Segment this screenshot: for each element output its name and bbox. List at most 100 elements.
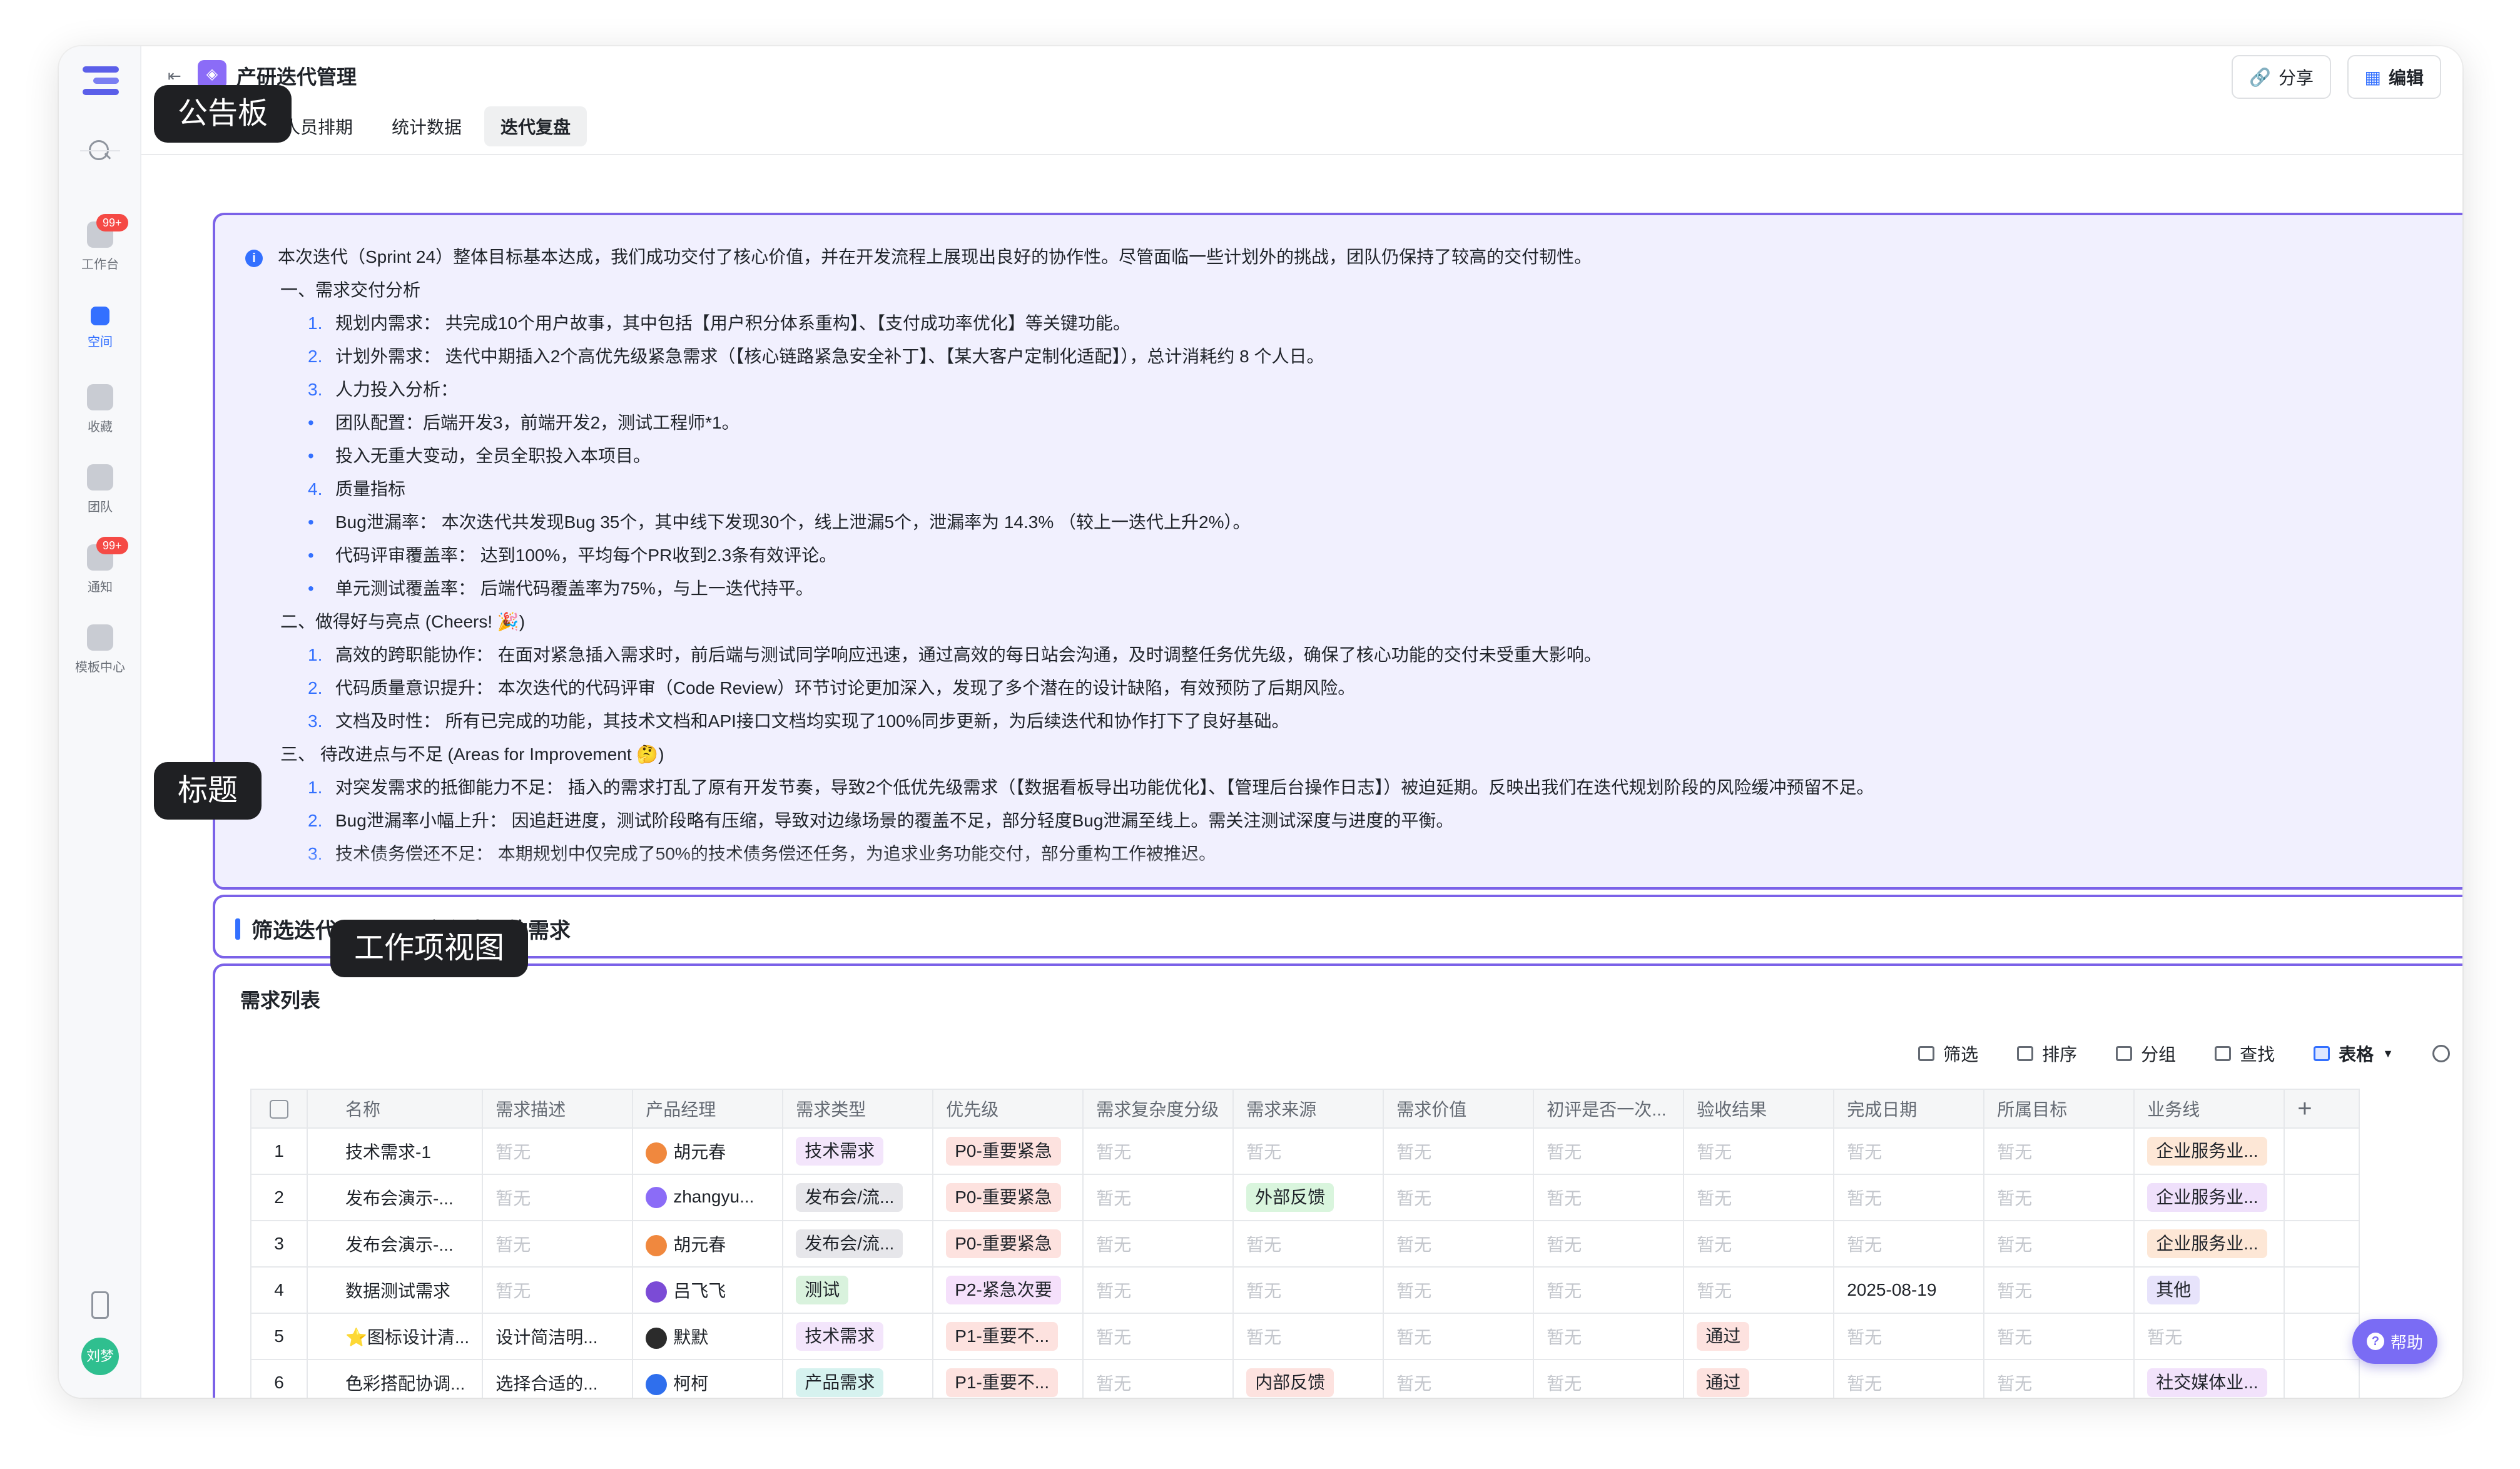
cell-type[interactable]: 技术需求 [782,1313,934,1360]
cell-biz[interactable]: 社交媒体业... [2133,1359,2285,1398]
column-header[interactable]: 需求复杂度分级 [1082,1089,1234,1129]
table-row[interactable]: 6 色彩搭配协调... 选择合适的... 柯柯 产品需求 P1-重要不... 暂无 内部反馈 暂… [250,1359,2360,1398]
share-button[interactable]: 🔗 分享 [2232,55,2331,99]
column-header[interactable]: 优先级 [932,1089,1084,1129]
column-header[interactable]: 需求来源 [1232,1089,1384,1129]
cell-date[interactable]: 暂无 [1833,1127,1985,1175]
cell-type[interactable]: 产品需求 [782,1359,934,1398]
cell-biz[interactable]: 企业服务业... [2133,1127,2285,1175]
cell-first[interactable]: 暂无 [1533,1313,1685,1360]
cell-first[interactable]: 暂无 [1533,1266,1685,1314]
section-title-block[interactable]: 筛选迭代，下面是这个迭代的需求 [213,895,2462,958]
cell-value[interactable]: 暂无 [1383,1266,1535,1314]
edit-button[interactable]: ▦ 编辑 [2347,55,2441,99]
cell-complexity[interactable]: 暂无 [1082,1313,1234,1360]
column-header[interactable]: 名称 [306,1089,484,1129]
column-header[interactable]: 需求价值 [1383,1089,1535,1129]
rail-item-space[interactable]: 空间 [59,307,141,350]
rail-item-workbench[interactable]: 99+ 工作台 [59,214,141,272]
cell-pm[interactable]: 默默 [632,1313,784,1360]
settings-icon[interactable] [2432,1045,2450,1062]
cell-type[interactable]: 发布会/流... [782,1220,934,1268]
cell-accept[interactable]: 暂无 [1683,1266,1835,1314]
cell-goal[interactable]: 暂无 [1983,1220,2135,1268]
table-row[interactable]: 3 发布会演示-... 暂无 胡元春 发布会/流... P0-重要紧急 暂无 暂无 暂无 暂无 暂无… [250,1220,2360,1268]
mobile-icon[interactable] [91,1291,109,1319]
cell-date[interactable]: 暂无 [1833,1220,1985,1268]
cell-name[interactable]: 数据测试需求 [306,1266,484,1314]
cell-pm[interactable]: zhangyu... [632,1174,784,1221]
column-header[interactable]: 业务线 [2133,1089,2285,1129]
cell-goal[interactable]: 暂无 [1983,1313,2135,1360]
cell-goal[interactable]: 暂无 [1983,1266,2135,1314]
column-header[interactable]: 完成日期 [1833,1089,1985,1129]
cell-pm[interactable]: 胡元春 [632,1127,784,1175]
column-header[interactable]: 产品经理 [632,1089,784,1129]
cell-accept[interactable]: 暂无 [1683,1174,1835,1221]
cell-accept[interactable]: 暂无 [1683,1220,1835,1268]
cell-priority[interactable]: P1-重要不... [932,1313,1084,1360]
cell-biz[interactable]: 暂无 [2133,1313,2285,1360]
cell-first[interactable]: 暂无 [1533,1359,1685,1398]
tab-statistics[interactable]: 统计数据 [375,106,478,146]
rail-item-templates[interactable]: 模板中心 [59,624,141,675]
cell-goal[interactable]: 暂无 [1983,1174,2135,1221]
cell-accept[interactable]: 通过 [1683,1313,1835,1360]
cell-type[interactable]: 发布会/流... [782,1174,934,1221]
cell-accept[interactable]: 通过 [1683,1359,1835,1398]
cell-first[interactable]: 暂无 [1533,1174,1685,1221]
table-row[interactable]: 1 技术需求-1 暂无 胡元春 技术需求 P0-重要紧急 暂无 暂无 暂无 暂无 暂无 暂无 暂无 企业服… [250,1127,2360,1175]
cell-source[interactable]: 暂无 [1232,1266,1384,1314]
cell-date[interactable]: 2025-08-19 [1833,1266,1985,1314]
cell-type[interactable]: 测试 [782,1266,934,1314]
cell-value[interactable]: 暂无 [1383,1174,1535,1221]
column-header[interactable]: 初评是否一次... [1533,1089,1685,1129]
cell-desc[interactable]: 暂无 [482,1266,634,1314]
add-column-icon[interactable]: + [2284,1089,2360,1129]
cell-desc[interactable]: 选择合适的... [482,1359,634,1398]
tab-retrospective[interactable]: 迭代复盘 [484,106,587,146]
cell-date[interactable]: 暂无 [1833,1313,1985,1360]
help-button[interactable]: ? 帮助 [2352,1319,2437,1364]
cell-value[interactable]: 暂无 [1383,1359,1535,1398]
cell-source[interactable]: 内部反馈 [1232,1359,1384,1398]
cell-value[interactable]: 暂无 [1383,1220,1535,1268]
cell-source[interactable]: 暂无 [1232,1220,1384,1268]
cell-complexity[interactable]: 暂无 [1082,1220,1234,1268]
cell-priority[interactable]: P0-重要紧急 [932,1174,1084,1221]
column-header[interactable]: 所属目标 [1983,1089,2135,1129]
cell-source[interactable]: 暂无 [1232,1127,1384,1175]
view-type-dropdown[interactable]: 表格 ▼ [2314,1041,2394,1066]
cell-name[interactable]: ⭐图标设计清... [306,1313,484,1360]
cell-biz[interactable]: 企业服务业... [2133,1174,2285,1221]
cell-value[interactable]: 暂无 [1383,1313,1535,1360]
cell-accept[interactable]: 暂无 [1683,1127,1835,1175]
cell-priority[interactable]: P2-紧急次要 [932,1266,1084,1314]
cell-name[interactable]: 色彩搭配协调... [306,1359,484,1398]
cell-value[interactable]: 暂无 [1383,1127,1535,1175]
cell-complexity[interactable]: 暂无 [1082,1266,1234,1314]
cell-name[interactable]: 发布会演示-... [306,1220,484,1268]
cell-goal[interactable]: 暂无 [1983,1359,2135,1398]
select-all-checkbox[interactable] [270,1100,288,1119]
cell-priority[interactable]: P0-重要紧急 [932,1127,1084,1175]
cell-source[interactable]: 外部反馈 [1232,1174,1384,1221]
find-button[interactable]: 查找 [2215,1041,2275,1066]
table-row[interactable]: 5 ⭐图标设计清... 设计简洁明... 默默 技术需求 P1-重要不... 暂无 暂无 暂无 暂… [250,1313,2360,1360]
cell-pm[interactable]: 吕飞飞 [632,1266,784,1314]
cell-date[interactable]: 暂无 [1833,1174,1985,1221]
cell-goal[interactable]: 暂无 [1983,1127,2135,1175]
rail-item-team[interactable]: 团队 [59,464,141,515]
cell-desc[interactable]: 设计简洁明... [482,1313,634,1360]
rail-item-notifications[interactable]: 99+ 通知 [59,537,141,595]
cell-pm[interactable]: 胡元春 [632,1220,784,1268]
column-header[interactable]: 验收结果 [1683,1089,1835,1129]
group-button[interactable]: 分组 [2116,1041,2176,1066]
cell-first[interactable]: 暂无 [1533,1220,1685,1268]
table-row[interactable]: 2 发布会演示-... 暂无 zhangyu... 发布会/流... P0-重要紧急 暂无 外… [250,1174,2360,1221]
cell-biz[interactable]: 其他 [2133,1266,2285,1314]
cell-name[interactable]: 发布会演示-... [306,1174,484,1221]
cell-source[interactable]: 暂无 [1232,1313,1384,1360]
app-logo-icon[interactable] [83,66,119,98]
rail-item-favorites[interactable]: 收藏 [59,384,141,435]
